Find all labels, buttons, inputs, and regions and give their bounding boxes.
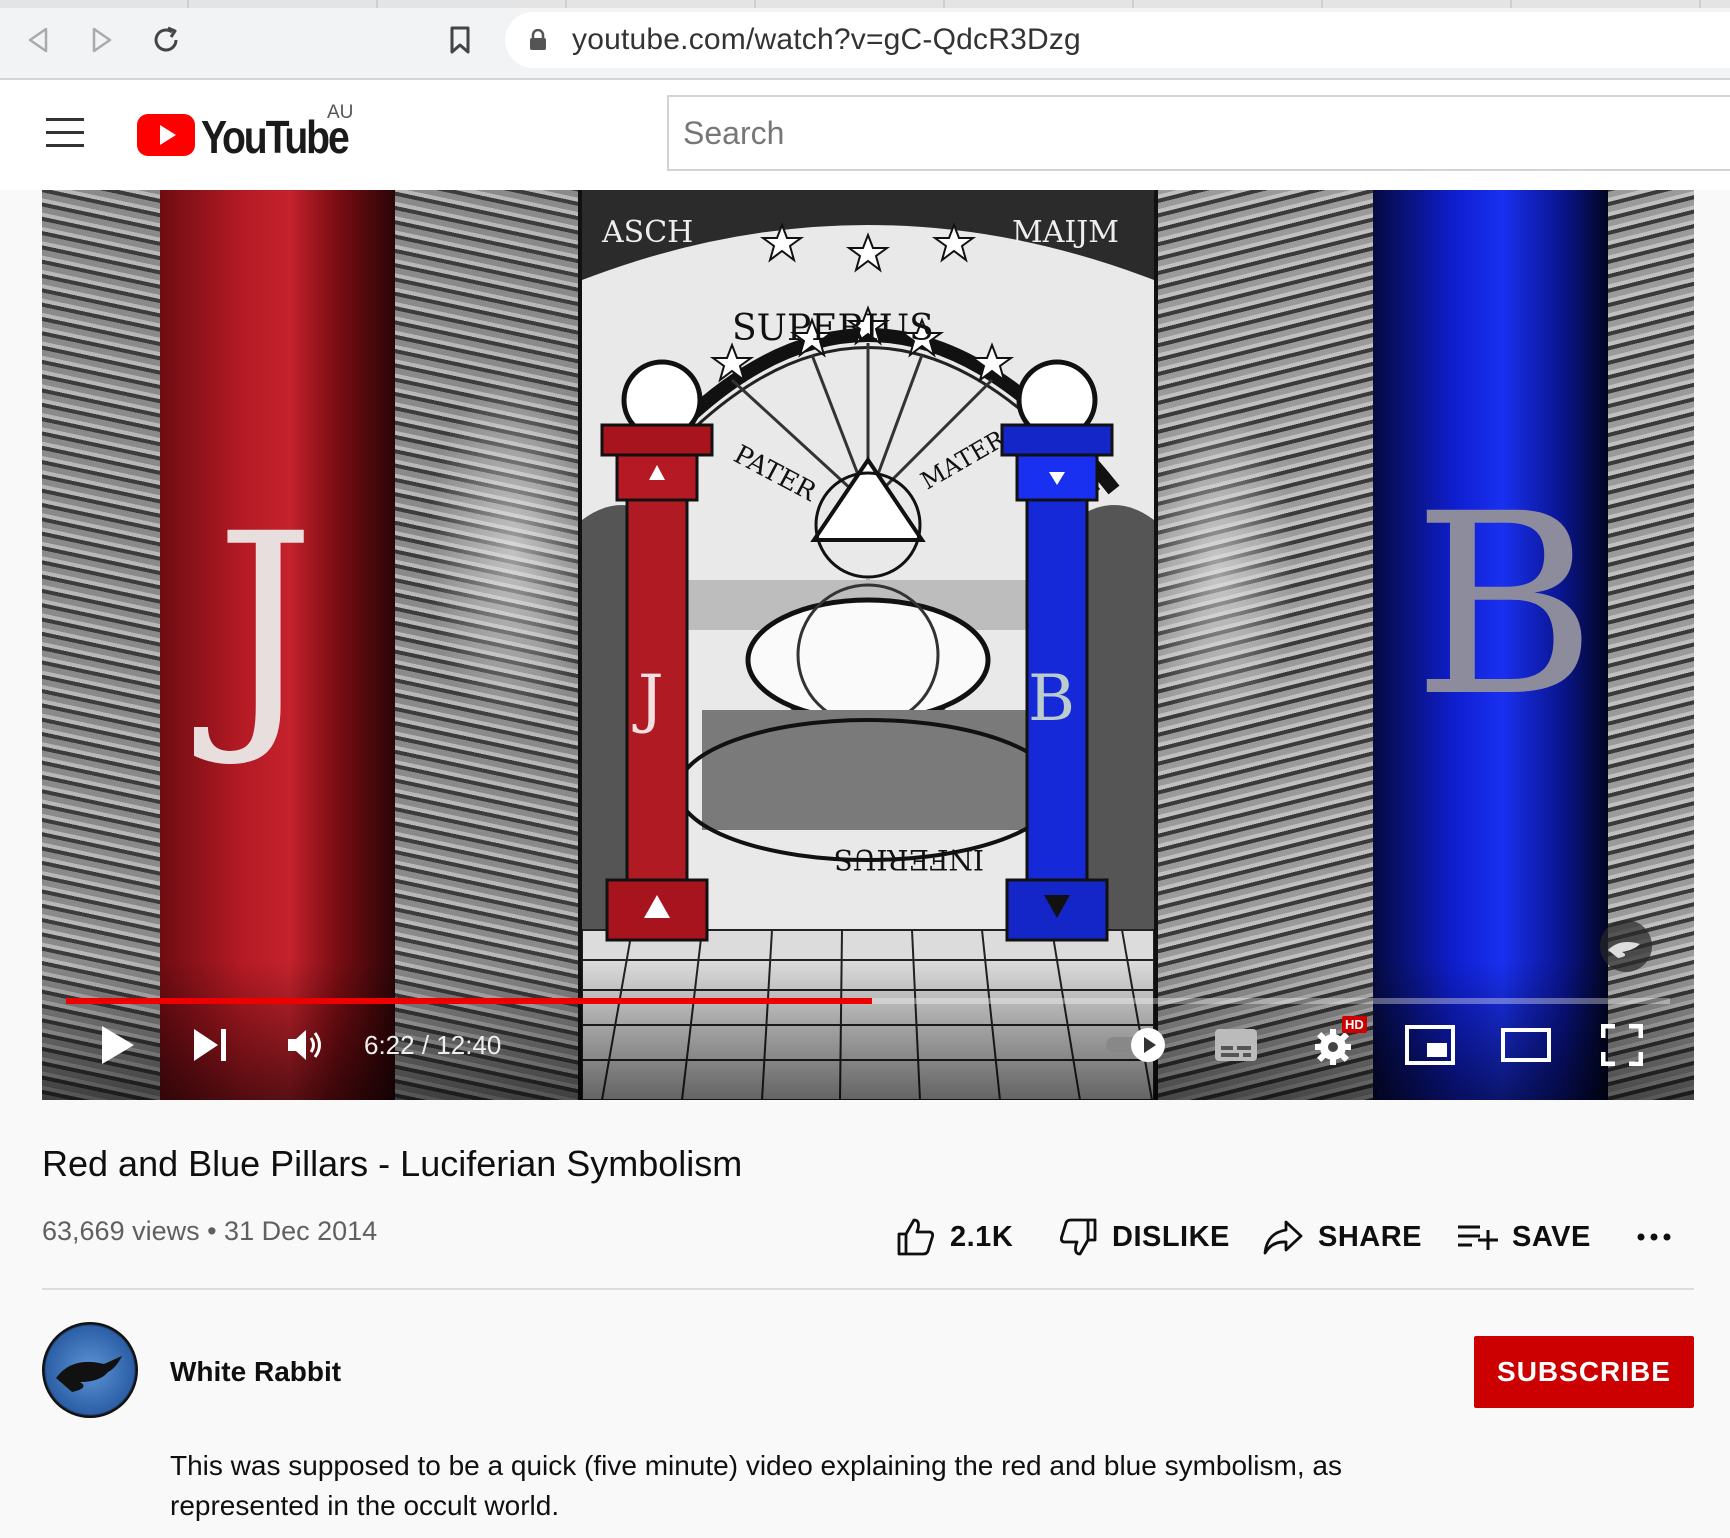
tab-strip	[0, 0, 1730, 8]
search-input[interactable]	[669, 97, 1730, 169]
autoplay-toggle[interactable]	[1104, 1020, 1168, 1070]
subscribe-button[interactable]: SUBSCRIBE	[1474, 1336, 1694, 1408]
channel-avatar[interactable]	[42, 1322, 138, 1418]
video-meta: 63,669 views • 31 Dec 2014	[42, 1216, 378, 1246]
engraving-pillar-right-letter: B	[1028, 662, 1075, 736]
subtitles-icon	[1215, 1029, 1257, 1061]
inscription-base: INFERIUS	[834, 843, 984, 876]
more-actions-button[interactable]	[1636, 1212, 1672, 1262]
theater-mode-button[interactable]	[1498, 1020, 1554, 1070]
video-title: Red and Blue Pillars - Luciferian Symbol…	[42, 1143, 743, 1184]
time-display: 6:22 / 12:40	[364, 1030, 502, 1060]
dislike-label: DISLIKE	[1112, 1220, 1230, 1253]
volume-button[interactable]	[278, 1020, 334, 1070]
miniplayer-icon	[1405, 1025, 1455, 1065]
forward-button[interactable]	[84, 22, 120, 58]
search-box[interactable]	[667, 95, 1730, 171]
save-button[interactable]: SAVE	[1456, 1212, 1591, 1262]
hamburger-icon	[46, 118, 84, 121]
hd-badge: HD	[1342, 1016, 1367, 1033]
dislike-button[interactable]: DISLIKE	[1058, 1212, 1230, 1262]
autoplay-icon	[1106, 1028, 1165, 1062]
round-altar	[745, 597, 991, 723]
channel-name[interactable]: White Rabbit	[170, 1356, 341, 1388]
save-label: SAVE	[1512, 1220, 1591, 1253]
browser-toolbar: youtube.com/watch?v=gC-QdcR3Dzg	[0, 0, 1730, 80]
subtitles-button[interactable]	[1210, 1020, 1262, 1070]
thumbs-up-icon	[897, 1218, 935, 1256]
share-icon	[1263, 1220, 1303, 1255]
reload-icon	[154, 26, 178, 52]
inscription-top-left: ASCH	[601, 215, 693, 250]
address-url: youtube.com/watch?v=gC-QdcR3Dzg	[572, 23, 1081, 56]
bookmark-icon	[450, 26, 470, 54]
play-icon	[102, 1026, 134, 1064]
bookmark-button[interactable]	[442, 22, 478, 58]
miniplayer-button[interactable]	[1402, 1020, 1458, 1070]
youtube-header: YouTube AU	[0, 80, 1730, 190]
reload-button[interactable]	[148, 22, 184, 58]
play-button[interactable]	[90, 1020, 146, 1070]
share-button[interactable]: SHARE	[1262, 1212, 1422, 1262]
video-description: This was supposed to be a quick (five mi…	[170, 1450, 1342, 1521]
region-code: AU	[327, 102, 354, 123]
playlist-add-icon	[1458, 1225, 1498, 1250]
section-divider	[42, 1288, 1694, 1290]
back-button[interactable]	[20, 22, 56, 58]
thumbs-down-icon	[1059, 1218, 1097, 1256]
back-icon	[28, 27, 48, 53]
more-icon	[1637, 1233, 1671, 1241]
fullscreen-button[interactable]	[1594, 1020, 1650, 1070]
blue-pillar-letter: B	[1413, 460, 1597, 751]
skip-next-icon	[194, 1029, 226, 1061]
menu-button[interactable]	[46, 118, 84, 148]
progress-bar[interactable]	[66, 998, 1670, 1004]
inscription-arc: SUPERIUS	[732, 308, 934, 349]
lock-icon	[530, 29, 546, 50]
forward-icon	[92, 27, 112, 53]
fullscreen-icon	[1601, 1024, 1643, 1066]
like-button[interactable]: 2.1K	[896, 1212, 1013, 1262]
theater-icon	[1501, 1028, 1551, 1062]
red-pillar-letter: J	[215, 480, 316, 771]
like-count: 2.1K	[950, 1220, 1014, 1253]
video-player[interactable]: J SUPERIUS ASCH MAIJM PATER MATER INFERI…	[42, 190, 1694, 1100]
play-logo-icon	[137, 114, 195, 156]
next-button[interactable]	[182, 1020, 238, 1070]
logo-wordmark: YouTube	[201, 111, 350, 163]
share-label: SHARE	[1318, 1220, 1423, 1253]
rabbit-avatar-icon	[56, 1356, 122, 1392]
settings-button[interactable]: HD	[1306, 1016, 1367, 1070]
inscription-top-right: MAIJM	[1012, 215, 1119, 250]
volume-icon	[288, 1030, 321, 1060]
progress-played	[66, 998, 873, 1004]
address-bar[interactable]: youtube.com/watch?v=gC-QdcR3Dzg	[505, 12, 1730, 68]
